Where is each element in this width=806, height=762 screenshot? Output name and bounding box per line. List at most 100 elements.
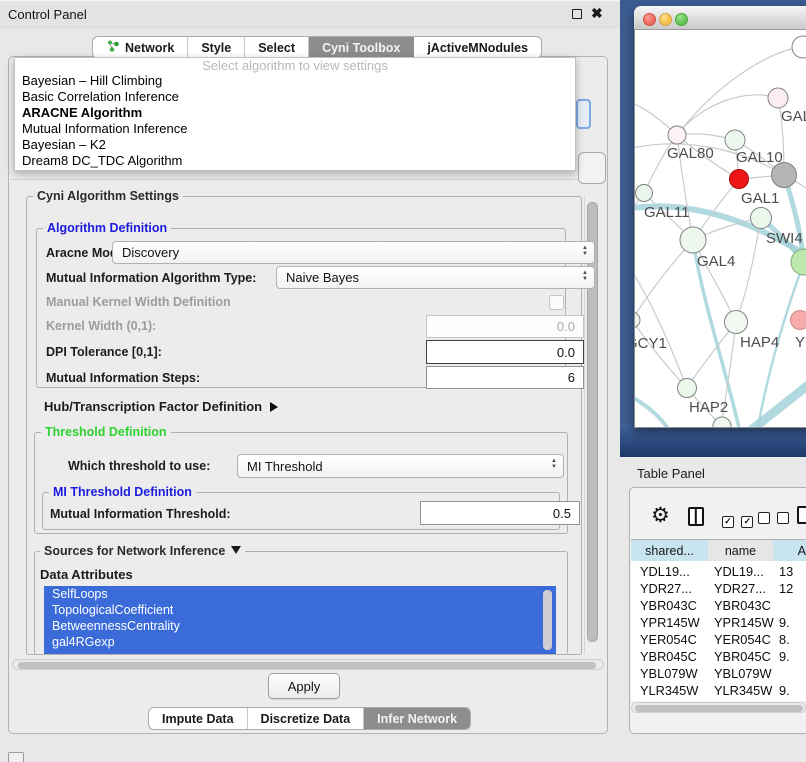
node-gal1-selected[interactable] [730,170,749,189]
algorithm-placeholder: Select algorithm to view settings [15,58,575,73]
table-row[interactable]: YBR045C YBR045C 9. [631,648,806,665]
close-traffic-light-icon[interactable] [643,13,656,26]
table-hscrollbar-thumb[interactable] [635,705,803,712]
tab-network[interactable]: Network [93,37,188,58]
table-row[interactable]: YBR043C YBR043C [631,597,806,614]
document-icon[interactable] [797,506,806,524]
zoom-traffic-light-icon[interactable] [675,13,688,26]
close-icon[interactable]: ✖ [591,5,603,22]
dpi-tolerance-label: DPI Tolerance [0,1]: [46,345,162,359]
aracne-mode-value: Discovery [122,245,179,260]
mi-algorithm-type-combo[interactable]: Naive Bayes ▲▼ [276,266,595,289]
minimized-panel-icon[interactable] [8,752,24,762]
node-bottom-partial[interactable] [713,417,731,427]
combo-stepper-icon: ▲▼ [551,458,557,470]
tab-jactivemnodules[interactable]: jActiveMNodules [414,37,541,58]
tab-cyni-toolbox[interactable]: Cyni Toolbox [309,37,414,58]
kernel-width-label: Kernel Width (0,1): [46,319,156,333]
network-canvas[interactable]: GAL GAL80 GAL10 GAL1 GAL11 SWI4 GAL4 GCY… [635,30,806,427]
mi-threshold-field[interactable]: 0.5 [420,501,580,525]
node-unlabeled[interactable] [792,36,806,58]
sources-title-row[interactable]: Sources for Network Inference [40,544,245,558]
node-gal10[interactable] [725,130,745,150]
table-row[interactable]: YLR345W YLR345W 9. [631,682,806,699]
tab-select[interactable]: Select [245,37,309,58]
float-window-icon[interactable] [572,9,582,19]
which-threshold-label: Which threshold to use: [68,459,210,473]
cell-value: 9. [779,648,790,665]
node-gray[interactable] [772,163,797,188]
attribute-item[interactable]: TopologicalCoefficient [44,602,556,618]
node-hap2[interactable] [678,379,697,398]
attributes-scrollbar-thumb[interactable] [543,590,552,650]
algorithm-option[interactable]: Mutual Information Inference [15,121,575,137]
node-label: GAL10 [736,149,783,166]
network-window-titlebar[interactable] [634,6,806,30]
table-row[interactable]: YER054C YER054C 8. [631,631,806,648]
cell-value: 9. [779,614,790,631]
table-row[interactable]: YBL079W YBL079W [631,665,806,682]
minimize-traffic-light-icon[interactable] [659,13,672,26]
mi-threshold-definition-title: MI Threshold Definition [49,485,196,499]
table-row[interactable]: YDL19... YDL19... 13 [631,563,806,580]
node-gal11[interactable] [636,185,653,202]
node-label: HAP2 [689,399,728,416]
tab-select-label: Select [258,41,295,55]
cell-value: 8. [779,631,790,648]
settings-hscrollbar-thumb[interactable] [18,662,596,669]
tab-style[interactable]: Style [188,37,245,58]
select-all-icon[interactable]: ✓ ✓ [722,511,753,529]
column-header-shared-name[interactable]: shared... [631,539,709,563]
algorithm-option[interactable]: Basic Correlation Inference [15,89,575,105]
cell-shared-name: YBR043C [640,597,697,614]
deselect-all-icon[interactable] [758,511,789,529]
node-gal-top[interactable] [768,88,788,108]
aracne-mode-combo[interactable]: Discovery ▲▼ [112,241,595,264]
algorithm-option[interactable]: Bayesian – K2 [15,137,575,153]
node-gcy1[interactable] [635,312,640,328]
gear-icon[interactable]: ⚙ [651,506,670,526]
tab-infer-network[interactable]: Infer Network [364,708,470,729]
column-header-partial[interactable]: A [773,539,806,563]
algorithm-dropdown-popup: Select algorithm to view settings Bayesi… [14,57,576,171]
hidden-group-divider [10,179,606,180]
apply-button-label: Apply [288,679,321,694]
node-hap4[interactable] [725,311,748,334]
tab-impute-data[interactable]: Impute Data [149,708,248,729]
cell-name: YPR145W [714,614,774,631]
algorithm-option[interactable]: Bayesian – Hill Climbing [15,73,575,89]
split-columns-icon[interactable] [688,507,704,526]
column-header-name[interactable]: name [708,539,774,563]
which-threshold-value: MI Threshold [247,459,323,474]
apply-button[interactable]: Apply [268,673,340,699]
tab-discretize-data[interactable]: Discretize Data [248,708,365,729]
attribute-item[interactable]: gal4RGexp [44,634,556,650]
node-y-pink[interactable] [791,311,806,330]
node-gal80[interactable] [668,126,686,144]
node-labels: GAL GAL80 GAL10 GAL1 GAL11 SWI4 GAL4 GCY… [635,108,806,416]
table-row[interactable]: YPR145W YPR145W 9. [631,614,806,631]
attribute-item[interactable]: BetweennessCentrality [44,618,556,634]
table-horizontal-scrollbar[interactable] [631,702,806,713]
which-threshold-combo[interactable]: MI Threshold ▲▼ [237,454,564,478]
collapse-down-icon [231,546,241,554]
mi-steps-field[interactable]: 6 [426,366,584,389]
desktop-bottom-band [620,424,806,457]
unchecked-box-icon [777,512,789,524]
dpi-tolerance-value: 0.0 [557,345,575,360]
table-row[interactable]: YIL052C YIL052C 9. [631,699,806,701]
manual-kernel-width-checkbox [549,295,564,310]
node-swi4[interactable] [751,208,772,229]
data-attributes-list[interactable]: SelfLoops TopologicalCoefficient Between… [44,586,556,654]
algorithm-option-selected[interactable]: ARACNE Algorithm [15,105,575,121]
column-header-label: shared... [645,544,694,558]
dpi-tolerance-field[interactable]: 0.0 [426,340,584,364]
attribute-item[interactable]: SelfLoops [44,586,556,602]
node-gal4[interactable] [680,227,706,253]
algorithm-option[interactable]: Dream8 DC_TDC Algorithm [15,153,575,169]
mi-steps-label: Mutual Information Steps: [46,371,200,385]
hub-definition-toggle[interactable]: Hub/Transcription Factor Definition [44,399,278,414]
mi-steps-value: 6 [568,370,575,385]
table-row[interactable]: YDR27... YDR27... 12 [631,580,806,597]
settings-horizontal-scrollbar[interactable] [12,659,604,670]
